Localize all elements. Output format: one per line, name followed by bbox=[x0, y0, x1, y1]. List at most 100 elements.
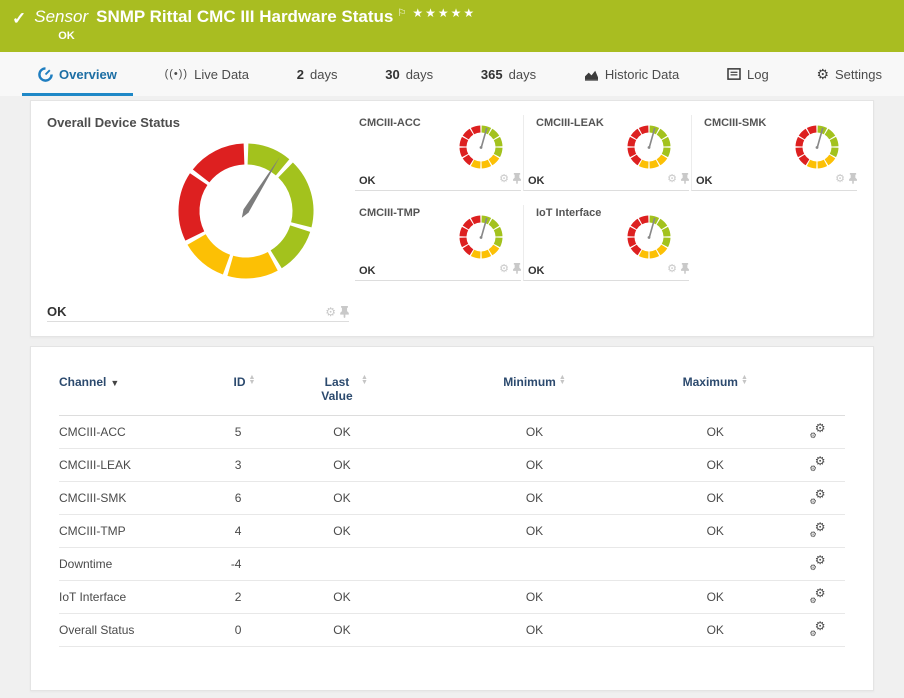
broadcast-icon: ((•)) bbox=[164, 68, 189, 80]
table-row: CMCIII-TMP 4 OK OK OK ⚙ ⚙ bbox=[59, 514, 845, 548]
channel-settings-gears-icon[interactable]: ⚙ ⚙ bbox=[809, 553, 825, 572]
gear-icon[interactable]: ⚙ bbox=[499, 172, 509, 185]
channel-gauge-status: OK bbox=[359, 265, 376, 277]
table-row: IoT Interface 2 OK OK OK ⚙ ⚙ bbox=[59, 580, 845, 614]
sort-icon[interactable]: ▲ ▼ bbox=[249, 374, 256, 386]
channel-gauge bbox=[459, 125, 503, 169]
channel-gauge-status: OK bbox=[696, 175, 713, 187]
minimum-cell bbox=[428, 547, 641, 581]
channel-settings-gears-icon[interactable]: ⚙ ⚙ bbox=[809, 454, 825, 473]
minimum-cell: OK bbox=[428, 481, 641, 515]
maximum-cell: OK bbox=[640, 613, 790, 647]
channel-gauge bbox=[795, 125, 839, 169]
last-value-cell: OK bbox=[255, 613, 429, 647]
pin-icon[interactable] bbox=[681, 263, 689, 274]
maximum-cell: OK bbox=[640, 580, 790, 614]
app-root: ✓ Sensor SNMP Rittal CMC III Hardware St… bbox=[0, 0, 904, 691]
tab-overview[interactable]: Overview bbox=[22, 52, 133, 96]
pin-icon[interactable] bbox=[340, 305, 349, 318]
channel-gauge-card-cmciii-smk: CMCIII-SMK OK ⚙ bbox=[691, 115, 857, 191]
channel-gauges-grid: CMCIII-ACC OK ⚙ CMCIII-LEAK OK ⚙ CMCIII-SMK OK ⚙… bbox=[355, 115, 857, 322]
sort-icon[interactable]: ▲ ▼ bbox=[361, 374, 368, 386]
last-value-cell: OK bbox=[255, 514, 429, 548]
channel-settings-gears-icon[interactable]: ⚙ ⚙ bbox=[809, 487, 825, 506]
minimum-cell: OK bbox=[428, 448, 641, 482]
sensor-header: ✓ Sensor SNMP Rittal CMC III Hardware St… bbox=[0, 0, 904, 52]
tab-live-data[interactable]: ((•)) Live Data bbox=[157, 52, 257, 96]
channel-gauge-card-cmciii-tmp: CMCIII-TMP OK ⚙ bbox=[355, 205, 521, 281]
table-row: CMCIII-ACC 5 OK OK OK ⚙ ⚙ bbox=[59, 415, 845, 449]
channel-name-cell: IoT Interface bbox=[59, 580, 209, 614]
overall-status-gauge bbox=[178, 143, 314, 279]
last-value-cell: OK bbox=[255, 580, 429, 614]
last-value-cell: OK bbox=[255, 415, 429, 449]
channels-panel: Channel ▼ ID ▲ ▼ Last Value ▲ ▼ Minimum ▲ ▼ Maximum… bbox=[30, 346, 874, 691]
id-cell: 2 bbox=[208, 580, 256, 614]
sort-icon[interactable]: ▲ ▼ bbox=[559, 374, 566, 386]
channel-name-cell: Downtime bbox=[59, 547, 209, 581]
id-cell: 0 bbox=[208, 613, 256, 647]
gear-icon[interactable]: ⚙ bbox=[325, 305, 336, 319]
table-row: Overall Status 0 OK OK OK ⚙ ⚙ bbox=[59, 613, 845, 647]
sensor-status-label: OK bbox=[58, 30, 75, 42]
content-area: Overall Device Status OK ⚙ CMCIII-ACC OK ⚙… bbox=[0, 96, 904, 691]
column-header-minimum[interactable]: Minimum ▲ ▼ bbox=[428, 374, 641, 416]
maximum-cell: OK bbox=[640, 448, 790, 482]
gauge-status-label: OK bbox=[47, 304, 67, 319]
last-value-cell: OK bbox=[255, 448, 429, 482]
gear-icon[interactable]: ⚙ bbox=[499, 262, 509, 275]
channel-name-cell: Overall Status bbox=[59, 613, 209, 647]
sort-icon[interactable]: ▲ ▼ bbox=[741, 374, 748, 386]
id-cell: -4 bbox=[208, 547, 256, 581]
object-kind-label: Sensor bbox=[34, 7, 89, 26]
tab-days-2[interactable]: 2 days bbox=[289, 52, 346, 96]
gear-icon: ⚙ bbox=[816, 65, 830, 82]
status-check-icon: ✓ bbox=[12, 9, 27, 28]
id-cell: 3 bbox=[208, 448, 256, 482]
id-cell: 4 bbox=[208, 514, 256, 548]
chart-icon bbox=[584, 70, 598, 81]
column-header-channel[interactable]: Channel ▼ bbox=[59, 375, 209, 416]
channel-gauge bbox=[459, 215, 503, 259]
overall-status-card: Overall Device Status OK ⚙ bbox=[47, 115, 349, 322]
channel-name-cell: CMCIII-SMK bbox=[59, 481, 209, 515]
pin-icon[interactable] bbox=[513, 263, 521, 274]
pin-icon[interactable] bbox=[681, 173, 689, 184]
gauge-icon bbox=[38, 66, 53, 82]
tab-days-30[interactable]: 30 days bbox=[377, 52, 441, 96]
gear-icon[interactable]: ⚙ bbox=[835, 172, 845, 185]
tab-settings[interactable]: ⚙ Settings bbox=[808, 52, 890, 96]
priority-stars[interactable]: ★★★★★ bbox=[412, 2, 476, 24]
flag-icon: ⚐ bbox=[397, 8, 407, 19]
channel-settings-gears-icon[interactable]: ⚙ ⚙ bbox=[809, 619, 825, 638]
pin-icon[interactable] bbox=[513, 173, 521, 184]
pin-icon[interactable] bbox=[849, 173, 857, 184]
channel-gauge bbox=[627, 215, 671, 259]
tab-bar: Overview ((•)) Live Data 2 days 30 days 365 days… bbox=[0, 52, 904, 96]
table-row: Downtime -4 ⚙ ⚙ bbox=[59, 547, 845, 581]
channel-gauge-status: OK bbox=[528, 265, 545, 277]
column-header-last-value[interactable]: Last Value ▲ ▼ bbox=[255, 374, 429, 416]
gear-icon[interactable]: ⚙ bbox=[667, 172, 677, 185]
tab-historic-data[interactable]: Historic Data bbox=[576, 52, 687, 96]
column-header-id[interactable]: ID ▲ ▼ bbox=[208, 374, 256, 416]
gear-icon[interactable]: ⚙ bbox=[667, 262, 677, 275]
table-row: CMCIII-LEAK 3 OK OK OK ⚙ ⚙ bbox=[59, 448, 845, 482]
last-value-cell bbox=[255, 547, 429, 581]
channel-settings-gears-icon[interactable]: ⚙ ⚙ bbox=[809, 586, 825, 605]
last-value-cell: OK bbox=[255, 481, 429, 515]
channel-gauge-card-iot-interface: IoT Interface OK ⚙ bbox=[523, 205, 689, 281]
tab-days-365[interactable]: 365 days bbox=[473, 52, 544, 96]
column-header-maximum[interactable]: Maximum ▲ ▼ bbox=[640, 374, 790, 416]
table-row: CMCIII-SMK 6 OK OK OK ⚙ ⚙ bbox=[59, 481, 845, 515]
page-title: SNMP Rittal CMC III Hardware Status bbox=[96, 7, 394, 26]
channel-settings-gears-icon[interactable]: ⚙ ⚙ bbox=[809, 421, 825, 440]
id-cell: 5 bbox=[208, 415, 256, 449]
minimum-cell: OK bbox=[428, 613, 641, 647]
channel-settings-gears-icon[interactable]: ⚙ ⚙ bbox=[809, 520, 825, 539]
tab-log[interactable]: Log bbox=[719, 52, 777, 96]
channel-name-cell: CMCIII-TMP bbox=[59, 514, 209, 548]
maximum-cell: OK bbox=[640, 415, 790, 449]
card-title: Overall Device Status bbox=[47, 115, 180, 130]
sort-desc-icon[interactable]: ▼ bbox=[110, 378, 119, 388]
